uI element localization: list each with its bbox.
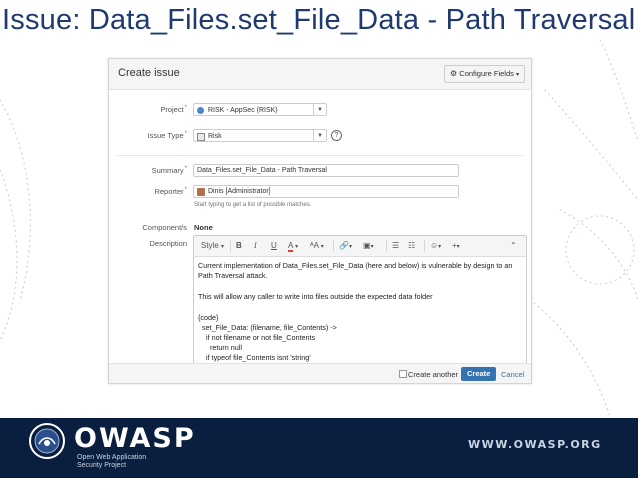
project-icon	[197, 107, 204, 114]
chevron-down-icon: ▾	[320, 244, 324, 250]
summary-label: Summary*	[151, 166, 187, 175]
create-issue-dialog: Create issue ⚙ Configure Fields ▾ Projec…	[108, 58, 532, 384]
create-button[interactable]: Create	[461, 367, 497, 381]
style-dropdown[interactable]: Style ▾	[201, 240, 224, 253]
attachment-icon[interactable]: ▣▾	[363, 240, 374, 253]
chevron-down-icon: ▾	[515, 72, 519, 78]
risk-type-icon	[197, 133, 205, 141]
dialog-header: Create issue ⚙ Configure Fields ▾	[109, 59, 531, 90]
owasp-url: WWW.OWASP.ORG	[468, 438, 602, 451]
issue-type-label: Issue Type*	[147, 131, 187, 140]
editor-line: This will allow any caller to write into…	[198, 292, 433, 301]
issue-type-select[interactable]: Risk ▼	[193, 129, 327, 142]
create-another-label: Create another	[408, 370, 459, 379]
dialog-title: Create issue	[118, 67, 180, 79]
bold-button[interactable]: B	[236, 240, 242, 252]
configure-fields-label: Configure Fields	[459, 69, 514, 78]
chevron-down-icon: ▼	[313, 130, 326, 141]
components-value: None	[194, 223, 213, 232]
cancel-link[interactable]: Cancel	[501, 370, 524, 379]
dialog-footer: Create another Create Cancel	[109, 363, 531, 383]
editor-line: Current implementation of Data_Files.set…	[198, 261, 513, 270]
editor-line: {code}	[198, 313, 219, 322]
project-select[interactable]: RISK - AppSec (RISK) ▼	[193, 103, 327, 116]
underline-button[interactable]: U	[271, 240, 277, 252]
bullet-list-icon[interactable]: ☰	[392, 240, 399, 252]
reporter-label: Reporter*	[154, 187, 187, 196]
toolbar-separator	[333, 240, 334, 252]
editor-toolbar: Style ▾ B I U A ▾ ᴬA ▾ 🔗▾ ▣▾ ☰ ☷ ☺▾ +▾ ⌃	[194, 236, 526, 257]
toolbar-separator	[230, 240, 231, 252]
configure-fields-button[interactable]: ⚙ Configure Fields ▾	[444, 65, 525, 83]
insert-more-icon[interactable]: +▾	[452, 240, 460, 253]
text-color-button[interactable]: A ▾	[288, 240, 298, 253]
slide-title: Issue: Data_Files.set_File_Data - Path T…	[2, 4, 636, 36]
summary-input[interactable]: Data_Files.set_File_Data - Path Traversa…	[193, 164, 459, 177]
project-label: Project*	[160, 105, 187, 114]
chevron-down-icon: ▾	[295, 244, 299, 250]
editor-line: Path Traversal attack.	[198, 271, 268, 280]
description-label: Description	[149, 239, 187, 248]
owasp-wordmark: OWASP	[74, 423, 196, 454]
editor-line: if not filename or not file_Contents	[198, 333, 316, 342]
project-value: RISK - AppSec (RISK)	[208, 107, 278, 114]
editor-line: if typeof file_Contents isnt 'string'	[198, 353, 311, 362]
components-label: Component/s	[142, 223, 187, 232]
section-divider	[117, 155, 523, 156]
reporter-hint: Start typing to get a list of possible m…	[194, 202, 312, 208]
italic-button[interactable]: I	[254, 240, 257, 252]
help-icon[interactable]: ?	[331, 130, 342, 141]
create-another-checkbox[interactable]	[399, 370, 407, 378]
gear-icon: ⚙	[450, 69, 458, 78]
reporter-input[interactable]: Dinis [Administrator]	[193, 185, 459, 198]
description-editor[interactable]: Style ▾ B I U A ▾ ᴬA ▾ 🔗▾ ▣▾ ☰ ☷ ☺▾ +▾ ⌃…	[193, 235, 527, 365]
owasp-logo-icon	[29, 423, 65, 459]
chevron-down-icon: ▾	[221, 244, 225, 250]
toolbar-separator	[386, 240, 387, 252]
link-icon[interactable]: 🔗▾	[339, 240, 352, 253]
font-size-button[interactable]: ᴬA ▾	[310, 240, 324, 253]
collapse-toolbar-icon[interactable]: ⌃	[510, 240, 517, 252]
editor-line: return null	[198, 343, 242, 352]
avatar	[197, 188, 205, 196]
editor-line: set_File_Data: (filename, file_Contents)…	[198, 323, 337, 332]
emoticon-icon[interactable]: ☺▾	[430, 240, 441, 253]
issue-type-value: Risk	[208, 133, 222, 140]
numbered-list-icon[interactable]: ☷	[408, 240, 415, 252]
owasp-tagline: Open Web Application Security Project	[77, 454, 147, 469]
toolbar-separator	[424, 240, 425, 252]
reporter-value: Dinis [Administrator]	[208, 188, 271, 195]
chevron-down-icon: ▼	[313, 104, 326, 115]
